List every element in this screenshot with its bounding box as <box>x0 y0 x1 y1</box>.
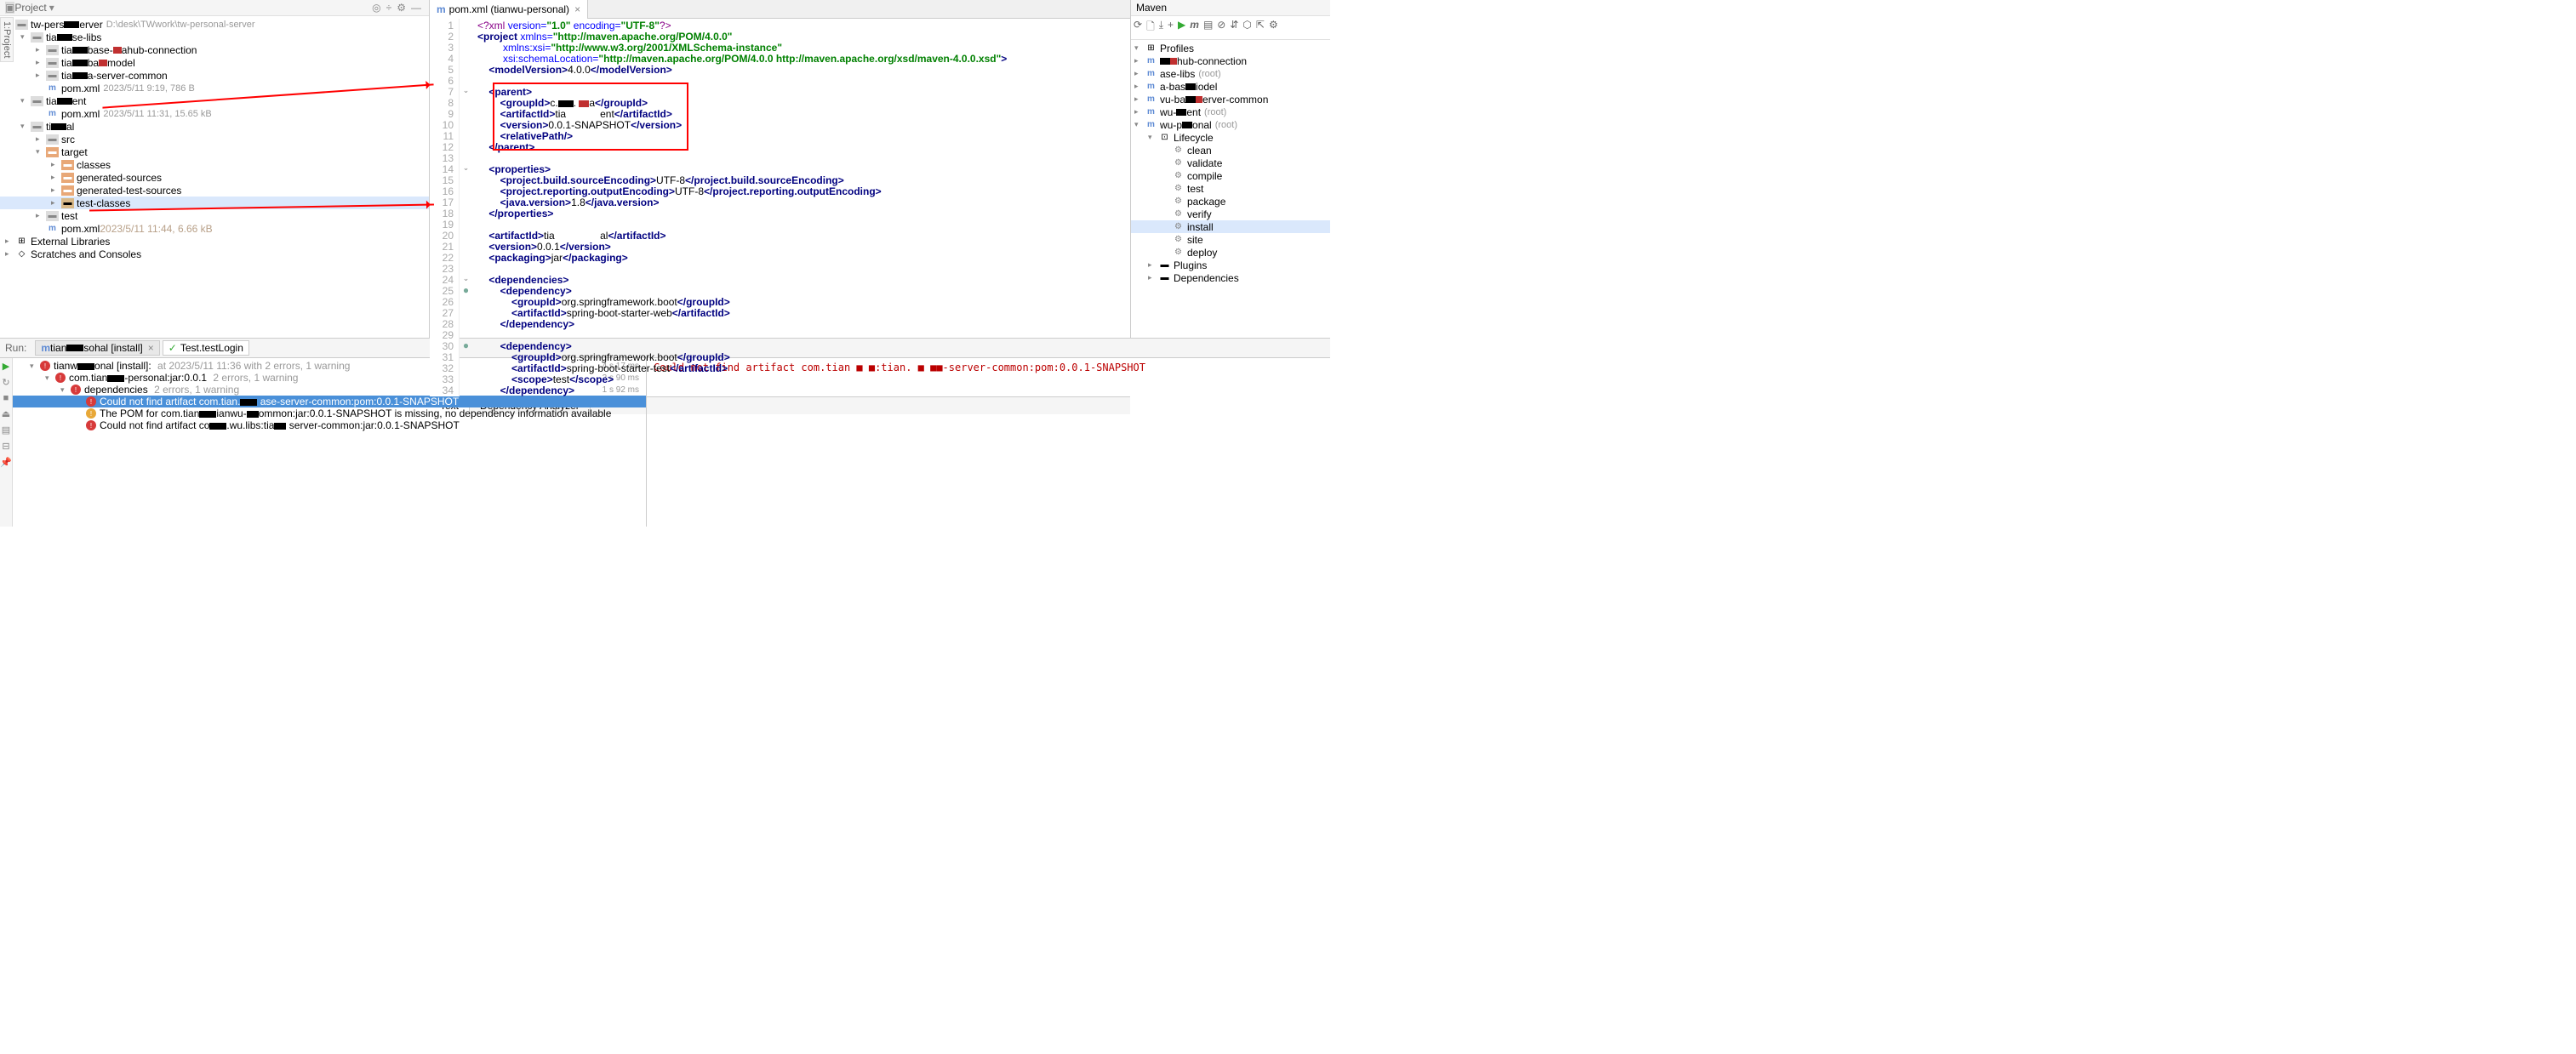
editor-tabs: m pom.xml (tianwu-personal) × <box>430 0 1130 19</box>
tree-item[interactable]: ▸▬generated-test-sources <box>0 184 429 197</box>
tree-item[interactable]: ▾▬tiase-libs <box>0 31 429 43</box>
reload-icon[interactable]: ⟳ <box>1134 19 1142 37</box>
close-icon[interactable]: × <box>148 342 154 354</box>
run-row[interactable]: !Could not find artifact com.tian. ase-s… <box>13 396 646 407</box>
editor-tab-label: pom.xml (tianwu-personal) <box>449 3 569 15</box>
maven-tree-item[interactable]: ⚙validate <box>1131 157 1330 169</box>
tree-item[interactable]: ▸▬tiaa-server-common <box>0 69 429 82</box>
maven-tree-item[interactable]: ⚙site <box>1131 233 1330 246</box>
tree-item[interactable]: mpom.xml 2023/5/11 11:31, 15.65 kB <box>0 107 429 120</box>
project-header: ▣ Project ▾ ◎ ÷ ⚙ — <box>0 0 429 16</box>
run-icon[interactable]: ▶ <box>1178 19 1185 37</box>
collapse-all-icon[interactable]: ⇱ <box>1256 19 1265 37</box>
tree-item[interactable]: ▾▬tial <box>0 120 429 133</box>
project-icon: ▣ <box>5 2 14 14</box>
add-icon[interactable]: + <box>1168 19 1174 37</box>
maven-tree[interactable]: ▾⊞Profiles▸mhub-connection▸mase-libs (ro… <box>1131 40 1330 338</box>
editor-body[interactable]: 1234567891011121314151617181920212223242… <box>430 19 1130 396</box>
run-row[interactable]: !The POM for com.tianianwu-ommon:jar:0.0… <box>13 407 646 419</box>
run-stop-icon[interactable]: ■ <box>3 393 9 403</box>
maven-tree-item[interactable]: ▸▬Dependencies <box>1131 271 1330 284</box>
run-row[interactable]: !Could not find artifact co.wu.libs:tia … <box>13 419 646 431</box>
tree-item[interactable]: ▾▬tw-perserverD:\desk\TWwork\tw-personal… <box>0 18 429 31</box>
maven-tree-item[interactable]: ⚙test <box>1131 182 1330 195</box>
maven-header: Maven <box>1131 0 1330 16</box>
tree-item[interactable]: ▾▬tiaent <box>0 94 429 107</box>
project-tree[interactable]: ▾▬tw-perserverD:\desk\TWwork\tw-personal… <box>0 16 429 338</box>
project-panel: 1:Project ▣ Project ▾ ◎ ÷ ⚙ — ▾▬tw-perse… <box>0 0 430 338</box>
project-dropdown[interactable]: ▾ <box>49 2 54 14</box>
maven-panel: Maven ⟳ 🗋 ⤓ + ▶ m ▤ ⊘ ⇵ ⬡ ⇱ ⚙ ▾⊞Profiles… <box>1130 0 1330 338</box>
minimize-icon[interactable]: — <box>411 2 421 14</box>
maven-tree-item[interactable]: ▸mhub-connection <box>1131 54 1330 67</box>
maven-tree-item[interactable]: ▸mvu-baerver-common <box>1131 93 1330 105</box>
maven-tree-item[interactable]: ▾mwu-ponal (root) <box>1131 118 1330 131</box>
maven-toolbar: ⟳ 🗋 ⤓ + ▶ m ▤ ⊘ ⇵ ⬡ ⇱ ⚙ <box>1131 16 1330 40</box>
close-tab-icon[interactable]: × <box>574 3 580 15</box>
run-filter-icon[interactable]: ⏏ <box>2 408 10 419</box>
tree-item[interactable]: mpom.xml 2023/5/11 9:19, 786 B <box>0 82 429 94</box>
run-layout-icon[interactable]: ▤ <box>2 424 10 436</box>
offline-icon[interactable]: ⇵ <box>1230 19 1238 37</box>
skip-icon[interactable]: ⊘ <box>1217 19 1225 37</box>
tree-item[interactable]: ▸▬tiabase-ahub-connection <box>0 43 429 56</box>
code-area[interactable]: <?xml version="1.0" encoding="UTF-8"?><p… <box>472 19 1130 396</box>
maven-tree-item[interactable]: ⚙verify <box>1131 208 1330 220</box>
tree-item[interactable]: ▸▬src <box>0 133 429 145</box>
tree-item[interactable]: ▸◇Scratches and Consoles <box>0 248 429 260</box>
project-title: Project <box>14 2 46 14</box>
maven-tree-item[interactable]: ⚙clean <box>1131 144 1330 157</box>
maven-tree-item[interactable]: ▸▬Plugins <box>1131 259 1330 271</box>
run-tab-install[interactable]: m tiansohal [install] × <box>35 340 159 356</box>
collapse-icon[interactable]: ÷ <box>386 2 392 14</box>
maven-tree-item[interactable]: ▾⊞Profiles <box>1131 42 1330 54</box>
maven-file-icon: m <box>437 3 446 15</box>
maven-tree-item[interactable]: ▸mwu-ent (root) <box>1131 105 1330 118</box>
gear-icon[interactable]: ⚙ <box>397 2 406 14</box>
tree-item[interactable]: ▸▬classes <box>0 158 429 171</box>
run-title: Run: <box>5 342 26 354</box>
tree-item[interactable]: ▸▬tiabamodel <box>0 56 429 69</box>
settings-icon[interactable]: ⚙ <box>1269 19 1278 37</box>
target-icon[interactable]: ◎ <box>372 2 380 14</box>
run-rerun-icon[interactable]: ↻ <box>2 377 9 388</box>
editor-tab-pom[interactable]: m pom.xml (tianwu-personal) × <box>430 0 588 19</box>
download-icon[interactable]: ⤓ <box>1159 19 1163 37</box>
run-tab-test[interactable]: ✓ Test.testLogin <box>163 340 249 356</box>
tree-item[interactable]: ▸⊞External Libraries <box>0 235 429 248</box>
fold-marks[interactable]: ⌄⌄⌄●● <box>460 19 472 396</box>
run-pin-icon[interactable]: 📌 <box>0 457 12 468</box>
test-icon: ✓ <box>168 342 177 354</box>
tree-item[interactable]: ▾▬target <box>0 145 429 158</box>
maven-title: Maven <box>1136 2 1167 14</box>
m-icon[interactable]: m <box>1190 19 1199 37</box>
maven-tree-item[interactable]: ▾⊡Lifecycle <box>1131 131 1330 144</box>
maven-tree-item[interactable]: ⚙compile <box>1131 169 1330 182</box>
maven-tree-item[interactable]: ⚙package <box>1131 195 1330 208</box>
side-tab-project[interactable]: 1:Project <box>0 17 14 62</box>
run-expand-icon[interactable]: ⊟ <box>2 441 9 452</box>
tree-item[interactable]: ▸▬test <box>0 209 429 222</box>
graph-icon[interactable]: ⬡ <box>1242 19 1251 37</box>
run-play-icon[interactable]: ▶ <box>3 361 9 372</box>
editor-panel: m pom.xml (tianwu-personal) × 1234567891… <box>430 0 1130 338</box>
tree-item[interactable]: ▸▬test-classes <box>0 197 429 209</box>
line-gutter: 1234567891011121314151617181920212223242… <box>430 19 460 396</box>
run-sidebar: ▶ ↻ ■ ⏏ ▤ ⊟ 📌 <box>0 358 13 527</box>
maven-tree-item[interactable]: ⚙install <box>1131 220 1330 233</box>
maven-icon: m <box>41 342 50 354</box>
tree-item[interactable]: mpom.xml 2023/5/11 11:44, 6.66 kB <box>0 222 429 235</box>
generate-icon[interactable]: 🗋 <box>1146 19 1155 37</box>
maven-tree-item[interactable]: ⚙deploy <box>1131 246 1330 259</box>
tree-item[interactable]: ▸▬generated-sources <box>0 171 429 184</box>
exec-icon[interactable]: ▤ <box>1203 19 1213 37</box>
maven-tree-item[interactable]: ▸mase-libs (root) <box>1131 67 1330 80</box>
maven-tree-item[interactable]: ▸ma-basiodel <box>1131 80 1330 93</box>
